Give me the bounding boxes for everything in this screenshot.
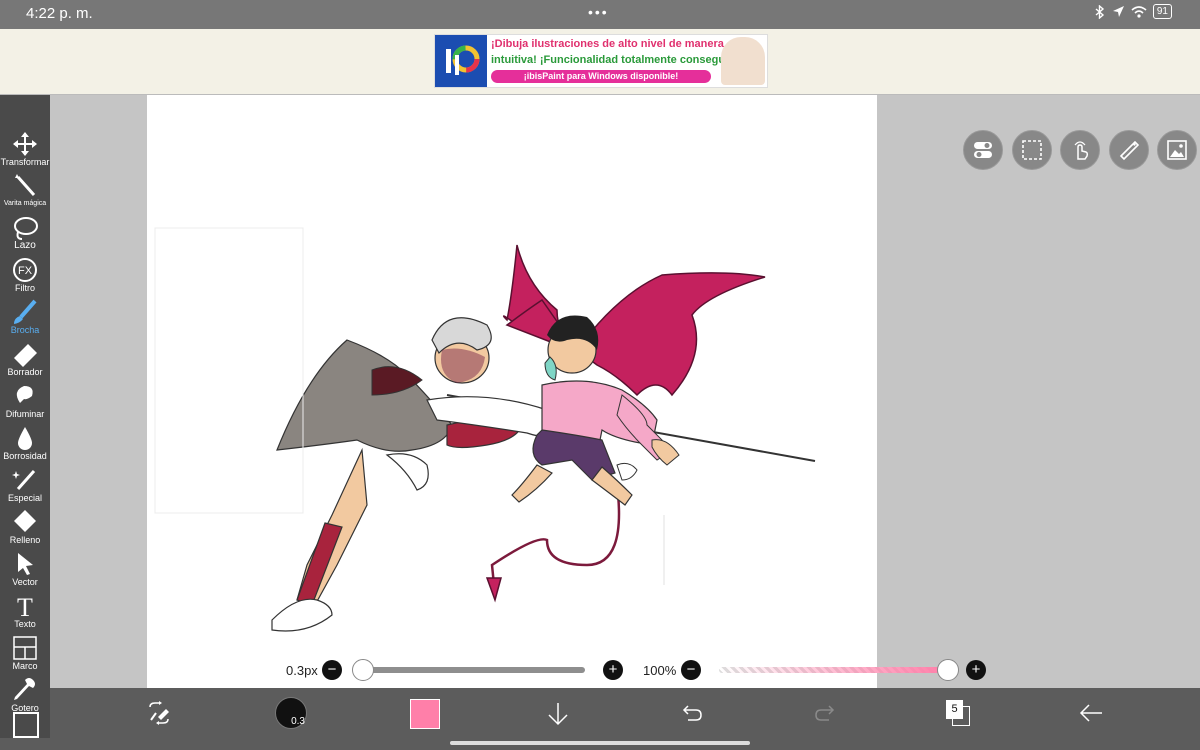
tool-label: Texto [14, 619, 36, 629]
bluetooth-icon [1095, 4, 1104, 19]
back-arrow-icon[interactable] [1078, 702, 1104, 724]
tool-brush[interactable]: Brocha [0, 297, 50, 339]
tool-label: Difuminar [5, 409, 45, 419]
status-time: 4:22 p. m. [26, 5, 93, 22]
toggle-icon [974, 142, 992, 158]
tool-label: Especial [7, 493, 43, 503]
blur-icon [18, 427, 32, 450]
selection-icon [1022, 140, 1042, 160]
fx-icon: FX [13, 258, 37, 282]
magic-wand-icon [15, 174, 36, 196]
svg-text:T: T [17, 593, 33, 619]
tool-label: Marco [12, 661, 38, 671]
brush-size-slider[interactable] [352, 659, 585, 681]
battery-icon: 91 [1152, 4, 1172, 19]
opacity-slider-fill [719, 667, 947, 673]
tool-filter[interactable]: FX Filtro [0, 255, 50, 297]
tool-special[interactable]: Especial [0, 465, 50, 507]
current-color-swatch[interactable] [410, 699, 440, 729]
ad-character-image [721, 37, 765, 85]
eyedropper-icon [14, 678, 35, 700]
tool-text[interactable]: T Texto [0, 591, 50, 633]
window-menu-dots[interactable]: ••• [588, 4, 609, 20]
opacity-plus-button[interactable]: + [966, 660, 986, 680]
selection-button[interactable] [1012, 130, 1052, 170]
vector-icon [18, 553, 33, 575]
drawing-canvas[interactable] [147, 95, 877, 688]
ad-cta[interactable]: ¡ibisPaint para Windows disponible! [491, 70, 711, 83]
swap-brush-eraser-icon[interactable] [146, 701, 172, 725]
tool-smudge[interactable]: Difuminar [0, 381, 50, 423]
ad-banner[interactable]: ¡Dibuja ilustraciones de alto nivel de m… [434, 34, 768, 88]
tool-label: Borrador [7, 367, 43, 377]
ruler-icon [1119, 140, 1140, 161]
status-bar: 4:22 p. m. ••• 91 [0, 0, 1200, 29]
eraser-icon [14, 344, 37, 367]
tool-label: Brocha [10, 325, 40, 335]
frame-icon [13, 636, 37, 660]
reference-image-icon [1167, 140, 1187, 160]
tool-label: Varita mágica [3, 200, 47, 207]
opacity-slider[interactable] [719, 659, 959, 681]
brush-size-minus-button[interactable]: − [322, 660, 342, 680]
toggle-button[interactable] [963, 130, 1003, 170]
artwork-illustration [154, 227, 816, 632]
brush-icon [14, 299, 37, 324]
svg-text:FX: FX [18, 265, 33, 277]
tool-eyedropper[interactable]: Gotero [0, 675, 50, 717]
ad-headline-1: ¡Dibuja ilustraciones de alto nivel de m… [491, 38, 724, 50]
fill-icon [14, 510, 36, 532]
special-icon [12, 470, 36, 490]
ad-banner-area: ¡Dibuja ilustraciones de alto nivel de m… [0, 29, 1200, 95]
tool-blur[interactable]: Borrosidad [0, 423, 50, 465]
brush-preview-size: 0.3 [291, 716, 305, 727]
brush-preview-button[interactable]: 0.3 [275, 697, 307, 729]
status-icons: 91 [1094, 4, 1172, 19]
move-icon [13, 132, 37, 156]
text-icon: T [17, 593, 33, 619]
tool-label: Vector [12, 577, 38, 587]
undo-icon[interactable] [680, 703, 704, 723]
tool-vector[interactable]: Vector [0, 549, 50, 591]
tool-label: Borrosidad [3, 451, 47, 461]
touch-icon [1074, 141, 1089, 160]
wifi-icon [1131, 5, 1147, 18]
bottom-toolbar: 0.3 5 [50, 688, 1200, 738]
tool-label: Relleno [9, 535, 41, 545]
redo-icon[interactable] [813, 703, 837, 723]
tool-eraser[interactable]: Borrador [0, 339, 50, 381]
location-icon [1112, 6, 1124, 17]
opacity-slider-thumb[interactable] [937, 659, 959, 681]
reference-image-button[interactable] [1157, 130, 1197, 170]
more-tools-icon[interactable] [13, 712, 39, 738]
tool-frame[interactable]: Marco [0, 633, 50, 675]
tool-lasso[interactable]: Lazo [0, 213, 50, 255]
ibispaint-logo-icon [435, 35, 487, 87]
tool-label: Lazo [14, 240, 36, 251]
tool-fill[interactable]: Relleno [0, 507, 50, 549]
home-indicator[interactable] [450, 741, 750, 745]
layers-button[interactable]: 5 [946, 700, 970, 726]
brush-size-value: 0.3px [286, 663, 318, 678]
tool-sidebar: Transformar Varita mágica Lazo FX Filtro… [0, 95, 50, 750]
brush-opacity-value: 100% [643, 663, 677, 678]
lasso-icon [14, 217, 38, 240]
ad-headline-2: intuitiva! ¡Funcionalidad totalmente con… [491, 54, 745, 66]
ruler-button[interactable] [1109, 130, 1149, 170]
layer-count: 5 [946, 700, 963, 719]
brush-size-plus-button[interactable]: + [603, 660, 623, 680]
arrow-down-icon[interactable] [546, 701, 570, 727]
tool-label: Filtro [15, 283, 35, 293]
brush-size-slider-thumb[interactable] [352, 659, 374, 681]
tool-magic-wand[interactable]: Varita mágica [0, 171, 50, 213]
smudge-icon [16, 386, 33, 403]
tool-label: Transformar [0, 157, 50, 167]
touch-button[interactable] [1060, 130, 1100, 170]
opacity-minus-button[interactable]: − [681, 660, 701, 680]
tool-transform[interactable]: Transformar [0, 129, 50, 171]
